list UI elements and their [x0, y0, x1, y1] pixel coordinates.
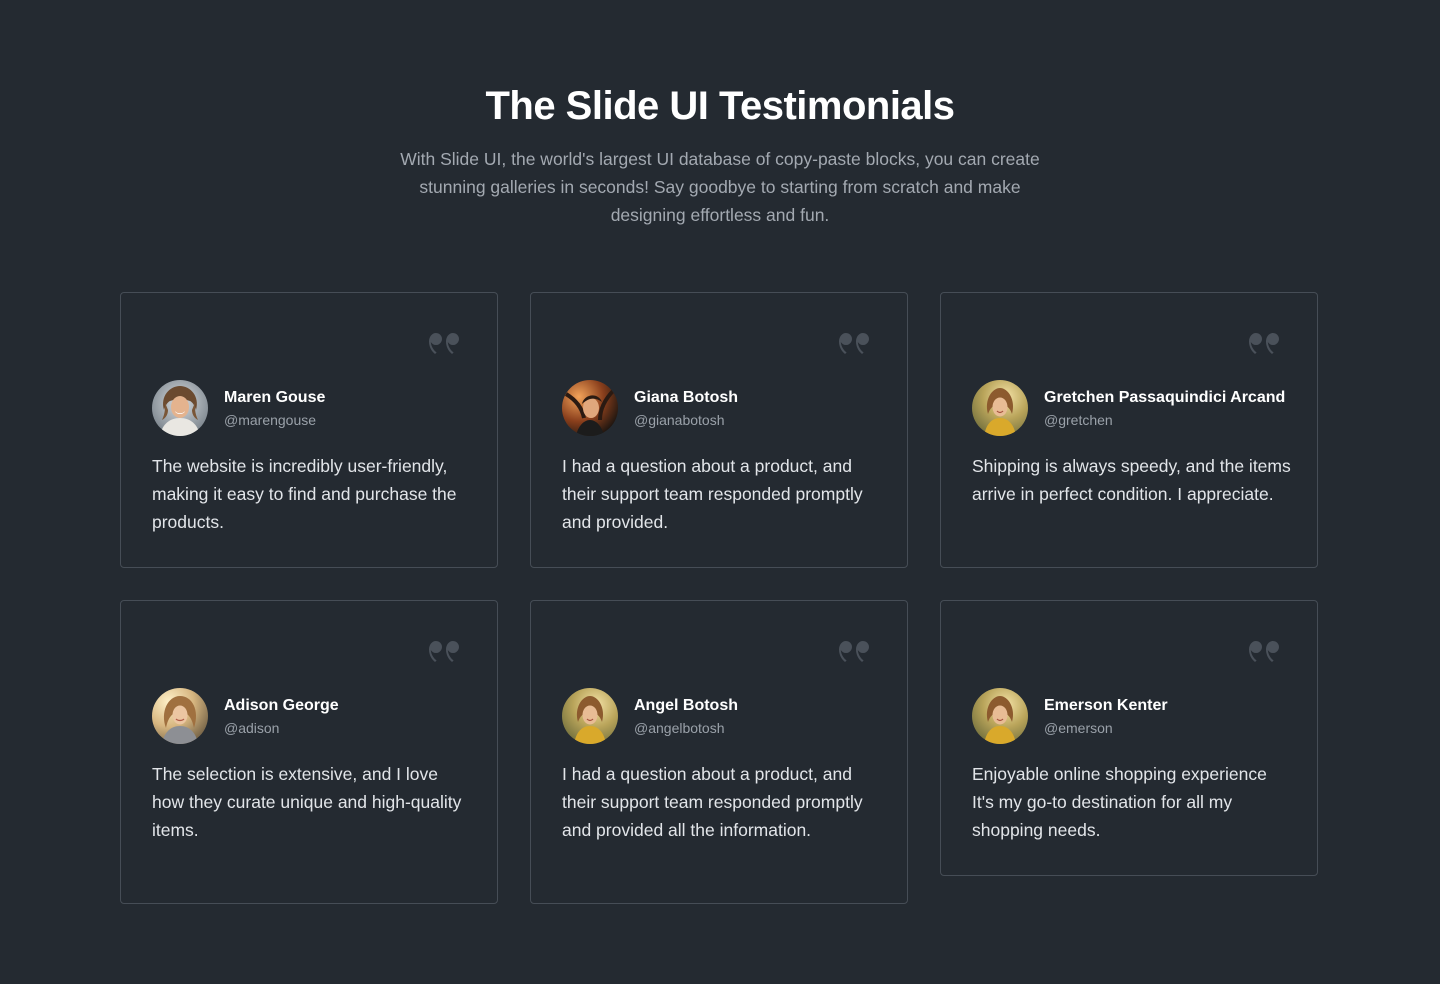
testimonial-text: I had a question about a product, and th…: [562, 764, 863, 840]
testimonial-card: Giana Botosh @gianabotosh I had a questi…: [530, 292, 908, 568]
author-name: Adison George: [224, 697, 339, 714]
author-name: Giana Botosh: [634, 389, 739, 406]
testimonial-card: Adison George @adison The selection is e…: [120, 600, 498, 904]
avatar: [152, 380, 208, 436]
quote-icon: [1249, 641, 1279, 662]
avatar: [972, 380, 1028, 436]
quote-icon: [839, 641, 869, 662]
quote-icon: [839, 333, 869, 354]
testimonial-text: Shipping is always speedy, and the items…: [972, 456, 1291, 504]
avatar: [562, 380, 618, 436]
testimonial-card: Gretchen Passaquindici Arcand @gretchen …: [940, 292, 1318, 568]
testimonial-card: Emerson Kenter @emerson Enjoyable online…: [940, 600, 1318, 876]
author-handle: @gretchen: [1044, 412, 1113, 428]
testimonial-text: The website is incredibly user-friendly,…: [152, 456, 457, 532]
author-name: Maren Gouse: [224, 389, 326, 406]
author-name: Angel Botosh: [634, 697, 738, 714]
quote-icon: [1249, 333, 1279, 354]
testimonial-text: Enjoyable online shopping experience It'…: [972, 764, 1267, 840]
section-subtitle: With Slide UI, the world's largest UI da…: [400, 149, 1040, 225]
testimonial-card: Angel Botosh @angelbotosh I had a questi…: [530, 600, 908, 904]
author-name: Emerson Kenter: [1044, 697, 1168, 714]
author-handle: @marengouse: [224, 412, 317, 428]
testimonial-text: I had a question about a product, and th…: [562, 456, 863, 532]
author-handle: @angelbotosh: [634, 720, 725, 736]
avatar: [152, 688, 208, 744]
quote-icon: [429, 333, 459, 354]
quote-icon: [429, 641, 459, 662]
section-title: The Slide UI Testimonials: [485, 84, 955, 128]
author-handle: @emerson: [1044, 720, 1113, 736]
testimonial-card: Maren Gouse @marengouse The website is i…: [120, 292, 498, 568]
author-handle: @adison: [224, 720, 280, 736]
author-name: Gretchen Passaquindici Arcand: [1044, 389, 1286, 406]
testimonial-text: The selection is extensive, and I love h…: [152, 764, 462, 840]
author-handle: @gianabotosh: [634, 412, 725, 428]
avatar: [972, 688, 1028, 744]
avatar: [562, 688, 618, 744]
